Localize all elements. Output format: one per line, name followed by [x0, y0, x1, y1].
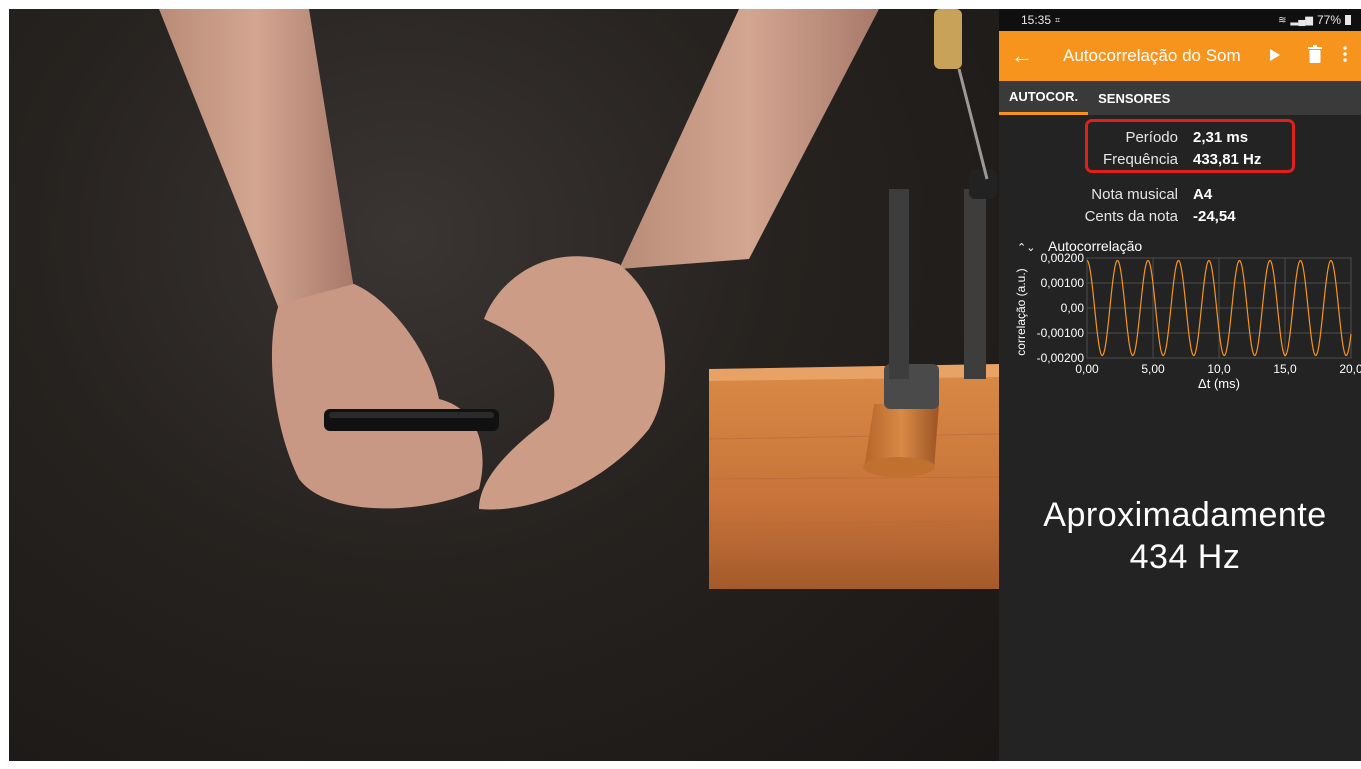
cents-value: -24,54: [1193, 208, 1236, 225]
y-tick-label: 0,00100: [1041, 276, 1085, 290]
note-value: A4: [1193, 186, 1213, 203]
cents-label: Cents da nota: [1084, 208, 1178, 225]
play-icon[interactable]: [1255, 46, 1295, 67]
y-tick-label: 0,00200: [1041, 251, 1085, 265]
x-axis-label: Δt (ms): [1198, 376, 1240, 391]
x-tick-label: 10,0: [1207, 362, 1231, 376]
tab-sensores[interactable]: SENSORES: [1088, 81, 1180, 115]
phone-screen: 15:35 ⌗ ≋ ▂▄▆ 77% ← Autocorrelação do So…: [999, 9, 1361, 761]
x-tick-label: 20,0: [1339, 362, 1361, 376]
chart-svg: Autocorrelação⌃⌄0,002000,001000,00-0,001…: [1014, 238, 1361, 391]
back-arrow-icon[interactable]: ←: [1011, 43, 1051, 69]
frequency-label: Frequência: [1102, 151, 1178, 168]
app-title: Autocorrelação do Som: [1063, 46, 1241, 65]
battery-level: 77%: [1316, 13, 1341, 27]
status-bar: 15:35 ⌗ ≋ ▂▄▆ 77%: [999, 9, 1361, 31]
more-options-icon[interactable]: [1335, 45, 1355, 67]
x-tick-label: 5,00: [1141, 362, 1165, 376]
caption-line-2: 434 Hz: [1129, 538, 1241, 576]
caption: Aproximadamente 434 Hz: [999, 494, 1361, 578]
readout-panel: Período 2,31 ms Frequência 433,81 Hz Not…: [999, 115, 1361, 235]
x-tick-label: 15,0: [1273, 362, 1297, 376]
period-value: 2,31 ms: [1193, 129, 1249, 146]
frequency-value: 433,81 Hz: [1193, 151, 1262, 168]
caption-line-1: Aproximadamente: [1043, 496, 1327, 534]
autocorrelation-chart: Autocorrelação ⌃⌄ 0,00200 0,00100 0,00 -0,001…: [999, 234, 1361, 404]
x-tick-label: 0,00: [1075, 362, 1099, 376]
y-tick-label: 0,00: [1061, 301, 1085, 315]
period-label: Período: [1125, 129, 1178, 146]
y-tick-label: -0,00100: [1037, 326, 1085, 340]
tab-autocor[interactable]: AUTOCOR.: [999, 81, 1089, 115]
note-label: Nota musical: [1091, 186, 1178, 203]
screenshot-icon: ⌗: [1055, 14, 1061, 25]
y-axis-label: correlação (a.u.): [1014, 268, 1028, 355]
status-time: 15:35: [1021, 13, 1052, 27]
battery-icon: [1345, 15, 1351, 25]
delete-icon[interactable]: [1295, 44, 1335, 68]
tab-bar: AUTOCOR. SENSORES: [999, 81, 1361, 115]
signal-icon: ▂▄▆: [1290, 14, 1313, 26]
wifi-icon: ≋: [1278, 14, 1287, 26]
app-bar: ← Autocorrelação do Som: [999, 31, 1361, 81]
demonstration-photo: [159, 9, 999, 589]
chart-expand-icon: ⌃⌄: [1017, 242, 1035, 254]
video-frame: [9, 9, 999, 761]
